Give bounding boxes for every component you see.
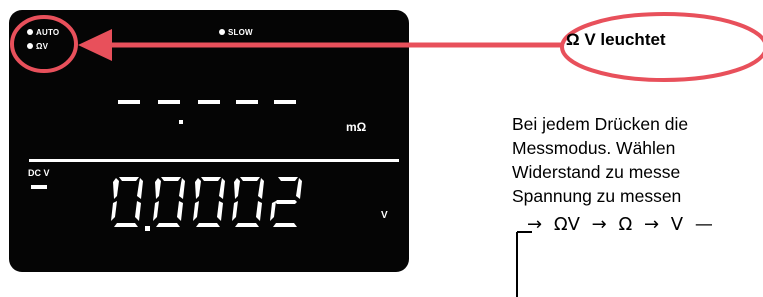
dash-icon: — — [694, 214, 713, 235]
lower-sign-segment — [31, 185, 47, 189]
right-arrow-icon: → — [527, 214, 543, 235]
lower-digit-2 — [270, 177, 302, 227]
description-line: Messmodus. Wählen — [512, 138, 676, 158]
upper-decimal-point — [179, 120, 183, 124]
indicator-highlight-ellipse — [10, 15, 78, 73]
upper-reading — [118, 100, 296, 124]
left-arrow-icon — [78, 29, 112, 61]
cycle-step: ΩV — [553, 214, 580, 235]
loop-back-icon — [516, 231, 532, 297]
lower-reading — [31, 177, 302, 231]
upper-digit-dash — [274, 100, 296, 104]
callout-label: Ω V leuchtet — [566, 30, 666, 49]
lower-digit-0 — [232, 177, 264, 227]
lower-digit-0 — [193, 177, 225, 227]
mode-cycle: → ΩV → Ω → V — — [527, 214, 719, 235]
description-line: Spannung zu messen — [512, 186, 682, 206]
upper-digit-dash — [198, 100, 220, 104]
lower-decimal-point — [145, 226, 150, 231]
cycle-step: V — [670, 214, 684, 235]
right-arrow-icon: → — [591, 214, 607, 235]
description-text: Bei jedem Drücken die Messmodus. Wählen … — [512, 112, 763, 208]
right-arrow-icon: → — [643, 214, 660, 235]
lower-digit-0 — [111, 177, 143, 227]
lower-digit-0 — [153, 177, 185, 227]
description-line: Bei jedem Drücken die — [512, 114, 689, 134]
upper-digit-dash — [236, 100, 258, 104]
cycle-step: Ω — [618, 214, 633, 235]
upper-digit-dash — [158, 100, 180, 104]
upper-digit-dash — [118, 100, 140, 104]
description-line: Widerstand zu messe — [512, 162, 681, 182]
